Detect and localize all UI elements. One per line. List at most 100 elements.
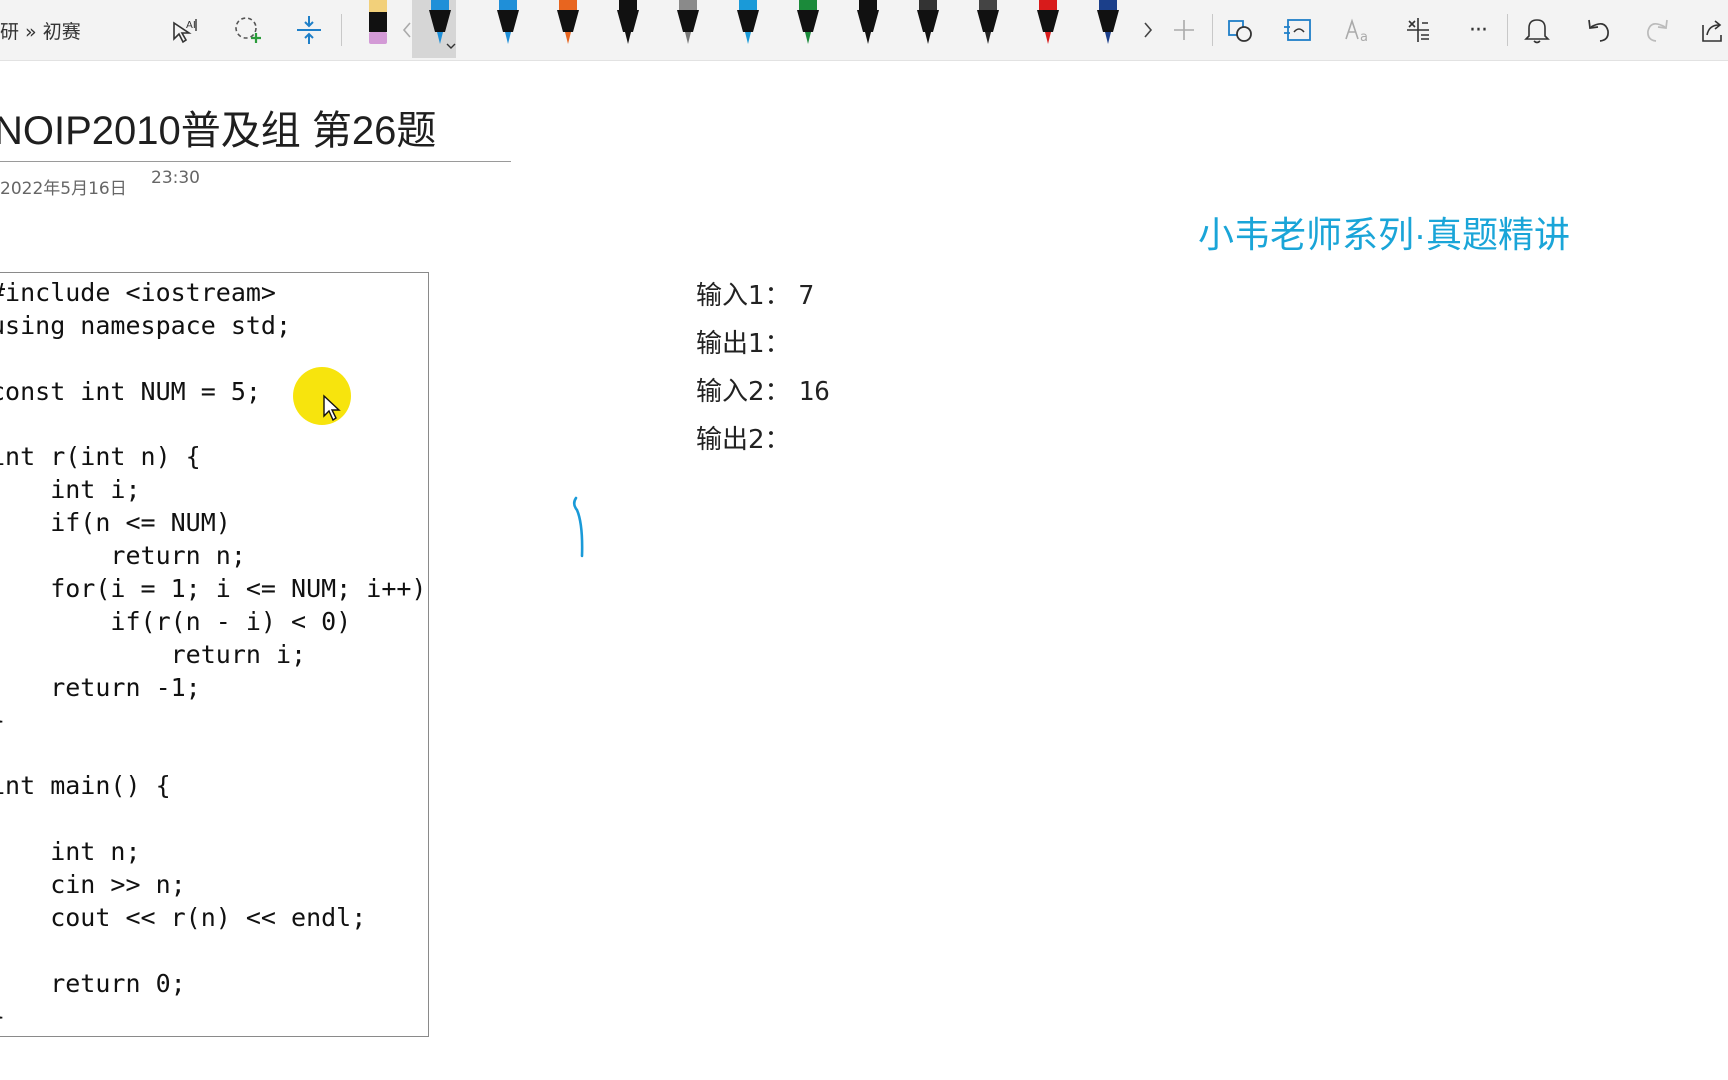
pen-icon — [737, 0, 759, 44]
mouse-cursor-icon — [293, 367, 351, 425]
pen-icon — [677, 0, 699, 44]
pen-orange[interactable] — [546, 0, 590, 58]
code-line: int n; — [0, 837, 141, 867]
breadcrumb[interactable]: 研 » 初赛 — [0, 17, 81, 44]
pen-navy[interactable] — [1086, 0, 1130, 58]
io-line: 输出2： — [696, 416, 830, 464]
page-title[interactable]: NOIP2010普及组 第26题 — [0, 98, 436, 156]
code-line: return -1; — [0, 672, 201, 702]
pen-galaxy[interactable] — [966, 0, 1010, 58]
io-line: 输入2： 16 — [696, 368, 830, 416]
ink-to-text-icon: a — [1345, 18, 1368, 45]
scroll-pens-right-button[interactable] — [1134, 12, 1162, 48]
ink-to-math-icon — [1407, 18, 1429, 42]
ink-to-math-button[interactable] — [1400, 12, 1436, 48]
code-block[interactable]: #include <iostream> using namespace std; c… — [0, 272, 429, 1037]
code-line: } — [0, 705, 427, 738]
io-value: 16 — [798, 377, 830, 407]
code-line: cin >> n; — [0, 870, 186, 900]
redo-button[interactable] — [1640, 12, 1676, 48]
code-line: return i; — [0, 639, 307, 669]
code-line: using namespace std; — [0, 310, 292, 340]
shape-select-button[interactable] — [230, 12, 266, 48]
io-label: 输出1： — [696, 329, 791, 359]
pen-black[interactable] — [846, 0, 890, 58]
io-label: 输入2： — [696, 377, 791, 407]
pen-gray-galaxy[interactable] — [666, 0, 710, 58]
lasso-add-icon — [235, 17, 261, 43]
plus-icon — [1174, 20, 1194, 40]
pen-icon — [497, 0, 519, 44]
share-icon — [1702, 20, 1722, 42]
more-icon: ··· — [1469, 17, 1488, 43]
toolbar-divider — [1212, 14, 1213, 46]
pen-icon — [917, 0, 939, 44]
toolbar-divider — [341, 14, 342, 46]
ink-replay-icon — [1284, 19, 1311, 41]
notifications-button[interactable] — [1519, 12, 1555, 48]
undo-button[interactable] — [1580, 12, 1616, 48]
ink-to-text-button[interactable]: a — [1340, 12, 1376, 48]
pen-blue[interactable] — [486, 0, 530, 58]
pen-green[interactable] — [786, 0, 830, 58]
pen-black-2[interactable] — [906, 0, 950, 58]
pen-cyan[interactable] — [726, 0, 770, 58]
code-line: if(n <= NUM) — [0, 508, 231, 538]
add-space-icon — [297, 16, 321, 44]
pen-icon — [617, 0, 639, 44]
ribbon-toolbar: 研 » 初赛 AI a ··· — [0, 0, 1728, 61]
add-pen-button[interactable] — [1166, 12, 1202, 48]
add-space-button[interactable] — [291, 12, 327, 48]
pen-red[interactable] — [1026, 0, 1070, 58]
pen-icon — [977, 0, 999, 44]
io-line: 输入1： 7 — [696, 272, 830, 320]
code-line: const int NUM = 5; — [0, 376, 261, 406]
io-value: 7 — [798, 281, 815, 311]
code-line: if(r(n - i) < 0) — [0, 606, 352, 636]
share-button[interactable] — [1696, 12, 1726, 48]
code-line: } — [0, 1001, 427, 1034]
undo-icon — [1588, 19, 1609, 42]
pen-icon — [1097, 0, 1119, 44]
page-date: 2022年5月16日 — [0, 179, 127, 199]
code-line: return 0; — [0, 968, 186, 998]
io-label: 输入1： — [696, 281, 791, 311]
io-notes[interactable]: 输入1： 7 输出1： 输入2： 16 输出2： — [696, 272, 830, 464]
code-line: int r(int n) { — [0, 442, 201, 472]
io-line: 输出1： — [696, 320, 830, 368]
ink-to-shape-button[interactable] — [1222, 12, 1258, 48]
scroll-pens-left-button[interactable] — [393, 12, 421, 48]
code-lines: #include <iostream> using namespace std; c… — [0, 277, 427, 1033]
code-line: cout << r(n) << endl; — [0, 902, 367, 932]
code-line: return n; — [0, 541, 246, 571]
lasso-select-icon: AI — [173, 19, 197, 44]
chevron-left-icon — [402, 22, 411, 38]
pen-icon — [557, 0, 579, 44]
pen-black-highlighter[interactable] — [606, 0, 650, 58]
pen-icon — [1037, 0, 1059, 44]
io-label: 输出2： — [696, 425, 791, 455]
more-options-button[interactable]: ··· — [1460, 12, 1496, 48]
bell-icon — [1524, 19, 1550, 44]
lasso-select-button[interactable]: AI — [166, 12, 202, 48]
code-line: for(i = 1; i <= NUM; i++) — [0, 574, 427, 604]
ink-stroke[interactable] — [570, 494, 600, 560]
pen-icon — [857, 0, 879, 44]
toolbar-divider — [1507, 14, 1508, 46]
svg-text:AI: AI — [186, 20, 196, 31]
pen-icon — [797, 0, 819, 44]
ink-to-shape-icon — [1228, 20, 1252, 42]
chevron-right-icon — [1144, 22, 1153, 38]
brand-caption[interactable]: 小韦老师系列·真题精讲 — [1198, 206, 1570, 258]
title-underline — [0, 161, 511, 162]
redo-icon — [1647, 19, 1668, 42]
page-time: 23:30 — [151, 168, 200, 188]
code-line: int i; — [0, 475, 141, 505]
svg-text:a: a — [1360, 30, 1368, 45]
ink-replay-button[interactable] — [1280, 12, 1316, 48]
